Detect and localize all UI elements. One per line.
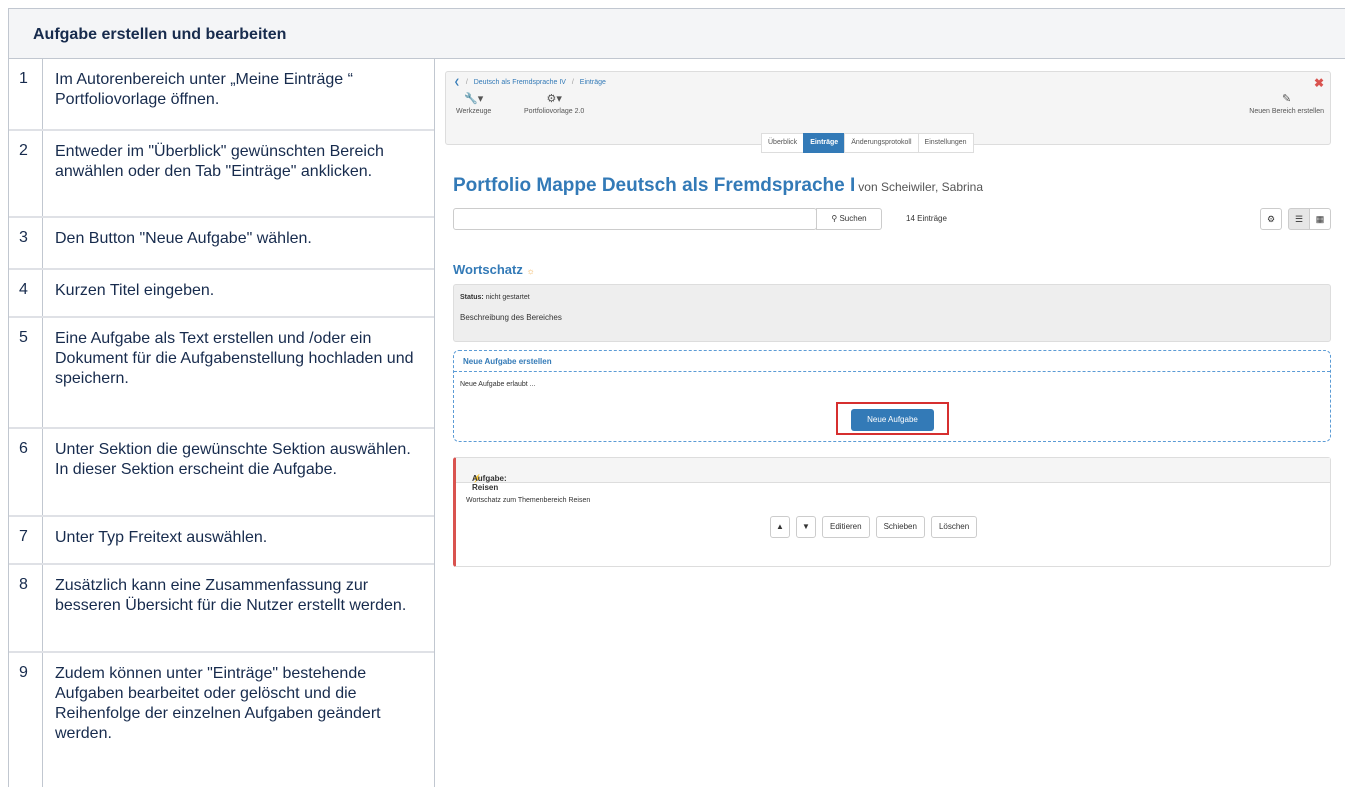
move-down-icon[interactable]: ▼ bbox=[796, 516, 816, 538]
search-input[interactable] bbox=[453, 208, 817, 230]
back-icon[interactable]: ❮ bbox=[454, 79, 460, 86]
step-row: 2 Entweder im "Überblick" gewünschten Be… bbox=[9, 131, 434, 216]
entry-count: 14 Einträge bbox=[906, 214, 947, 223]
step-text: Den Button "Neue Aufgabe" wählen. bbox=[55, 230, 312, 247]
move-button[interactable]: Schieben bbox=[875, 516, 925, 538]
close-icon[interactable]: ✖ bbox=[1314, 76, 1324, 90]
wrench-icon: 🔧▾ bbox=[464, 93, 484, 105]
tab-overview[interactable]: Überblick bbox=[761, 133, 805, 153]
table-heading: Aufgabe erstellen und bearbeiten bbox=[33, 26, 287, 43]
author: von Scheiwiler, Sabrina bbox=[858, 180, 983, 194]
view-toggle: ⚙ ☰ ▦ bbox=[1254, 208, 1331, 230]
delete-button[interactable]: Löschen bbox=[930, 516, 978, 538]
tab-entries[interactable]: Einträge bbox=[803, 133, 846, 153]
new-task-body: Neue Aufgabe erlaubt ... bbox=[460, 381, 536, 388]
task-actions: ▲ ▼ Editieren Schieben Löschen bbox=[770, 516, 983, 538]
tab-changelog[interactable]: Änderungsprotokoll bbox=[844, 133, 919, 153]
tabs: Überblick Einträge Änderungsprotokoll Ei… bbox=[761, 133, 974, 153]
step-row: 8 Zusätzlich kann eine Zusammenfassung z… bbox=[9, 565, 434, 651]
step-number: 7 bbox=[19, 528, 28, 545]
tab-settings[interactable]: Einstellungen bbox=[917, 133, 974, 153]
new-area-label: Neuen Bereich erstellen bbox=[1249, 108, 1324, 115]
settings-gear-icon[interactable]: ⚙ bbox=[1260, 208, 1282, 230]
step-row: 9 Zudem können unter "Einträge" bestehen… bbox=[9, 653, 434, 787]
step-number: 5 bbox=[19, 329, 28, 346]
step-number: 1 bbox=[19, 70, 28, 87]
step-number: 4 bbox=[19, 281, 28, 298]
section-status: Status: nicht gestartet Beschreibung des… bbox=[453, 284, 1331, 342]
pencil-icon: ✎ bbox=[1282, 93, 1292, 105]
task-card: ⚡ Aufgabe: Reisen Wortschatz zum Themenbe… bbox=[453, 457, 1331, 567]
step-number: 9 bbox=[19, 664, 28, 681]
edit-button[interactable]: Editieren bbox=[822, 516, 870, 538]
step-number: 3 bbox=[19, 229, 28, 246]
tools-menu[interactable]: 🔧▾ Werkzeuge bbox=[456, 92, 491, 115]
table-view-icon[interactable]: ▦ bbox=[1309, 208, 1331, 230]
page-title: Portfolio Mappe Deutsch als Fremdsprache… bbox=[453, 175, 983, 196]
search-icon: ⚲ bbox=[831, 214, 838, 223]
step-row: 6 Unter Sektion die gewünschte Sektion a… bbox=[9, 429, 434, 515]
new-task-button[interactable]: Neue Aufgabe bbox=[851, 409, 934, 431]
tools-label: Werkzeuge bbox=[456, 108, 492, 115]
step-text: Unter Sektion die gewünschte Sektion aus… bbox=[55, 441, 411, 478]
step-text: Zudem können unter "Einträge" bestehende… bbox=[55, 665, 381, 742]
new-task-header: Neue Aufgabe erstellen bbox=[463, 357, 552, 366]
gears-icon: ⚙▾ bbox=[546, 93, 562, 105]
breadcrumb-entries[interactable]: Einträge bbox=[580, 79, 606, 86]
list-view-icon[interactable]: ☰ bbox=[1288, 208, 1310, 230]
step-text: Eine Aufgabe als Text erstellen und /ode… bbox=[55, 330, 414, 387]
status-value: nicht gestartet bbox=[485, 294, 530, 301]
step-number: 8 bbox=[19, 576, 28, 593]
step-number: 6 bbox=[19, 440, 28, 457]
template-menu[interactable]: ⚙▾ Portfoliovorlage 2.0 bbox=[524, 92, 584, 115]
step-text: Unter Typ Freitext auswählen. bbox=[55, 529, 268, 546]
step-text: Im Autorenbereich unter „Meine Einträge … bbox=[55, 71, 353, 108]
breadcrumb: ❮ / Deutsch als Fremdsprache IV / Einträ… bbox=[454, 79, 606, 86]
step-text: Kurzen Titel eingeben. bbox=[55, 282, 215, 299]
section-description: Beschreibung des Bereiches bbox=[460, 313, 562, 322]
task-description: Wortschatz zum Themenbereich Reisen bbox=[466, 497, 591, 504]
table-header: Aufgabe erstellen und bearbeiten bbox=[9, 9, 1345, 59]
new-area-button[interactable]: ✎ Neuen Bereich erstellen bbox=[1249, 92, 1324, 115]
step-row: 1 Im Autorenbereich unter „Meine Einträg… bbox=[9, 59, 434, 131]
step-text: Entweder im "Überblick" gewünschten Bere… bbox=[55, 143, 384, 180]
app-screenshot: ❮ / Deutsch als Fremdsprache IV / Einträ… bbox=[445, 71, 1331, 571]
task-title: Aufgabe: Reisen bbox=[472, 474, 507, 492]
search-button[interactable]: ⚲ Suchen bbox=[816, 208, 882, 230]
step-text: Zusätzlich kann eine Zusammenfassung zur… bbox=[55, 577, 407, 614]
breadcrumb-course[interactable]: Deutsch als Fremdsprache IV bbox=[474, 79, 566, 86]
step-row: 3 Den Button "Neue Aufgabe" wählen. bbox=[9, 218, 434, 268]
section-title: Wortschatz ☼ bbox=[453, 262, 535, 277]
step-row: 7 Unter Typ Freitext auswählen. bbox=[9, 517, 434, 563]
step-number: 2 bbox=[19, 142, 28, 159]
move-up-icon[interactable]: ▲ bbox=[770, 516, 790, 538]
step-row: 4 Kurzen Titel eingeben. bbox=[9, 270, 434, 316]
highlight-box: Neue Aufgabe bbox=[836, 402, 949, 435]
new-task-panel: Neue Aufgabe erstellen Neue Aufgabe erla… bbox=[453, 350, 1331, 442]
template-label: Portfoliovorlage 2.0 bbox=[524, 108, 585, 115]
column-divider bbox=[434, 59, 435, 787]
step-row: 5 Eine Aufgabe als Text erstellen und /o… bbox=[9, 318, 434, 427]
eye-slash-icon: ☼ bbox=[526, 266, 535, 276]
